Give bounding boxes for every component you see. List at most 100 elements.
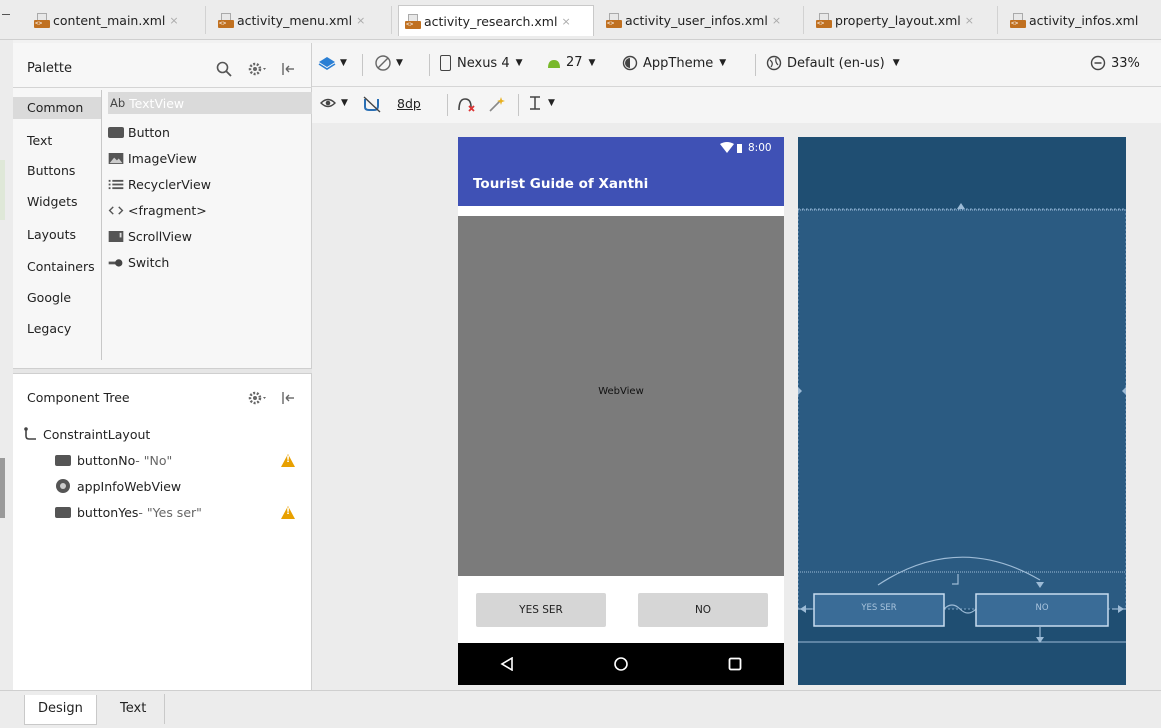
- dropdown-arrow-icon: ▼: [719, 58, 727, 68]
- palette-item-scrollview[interactable]: ScrollView: [108, 225, 192, 247]
- palette-category-common[interactable]: Common: [13, 97, 101, 119]
- yes-button-preview[interactable]: YES SER: [476, 593, 606, 627]
- tab-activity-research[interactable]: <> activity_research.xml ×: [398, 5, 594, 36]
- palette-item-fragment[interactable]: <fragment>: [108, 199, 207, 221]
- blueprint-yes-button[interactable]: YES SER: [814, 603, 944, 613]
- webview-preview[interactable]: WebView: [458, 216, 784, 576]
- xml-file-icon: <>: [1010, 12, 1026, 28]
- close-icon[interactable]: ×: [561, 15, 570, 28]
- palette-category-layouts[interactable]: Layouts: [13, 224, 101, 246]
- tab-activity-infos[interactable]: <> activity_infos.xml: [1004, 6, 1161, 34]
- tab-content-main[interactable]: <> content_main.xml ×: [28, 6, 206, 34]
- recents-icon: [728, 657, 742, 671]
- palette-category-legacy[interactable]: Legacy: [13, 318, 101, 340]
- constraint-layout-icon: [24, 427, 36, 440]
- close-icon[interactable]: ×: [965, 14, 974, 27]
- locale-selector[interactable]: Default (en-us) ▼: [766, 55, 900, 71]
- palette-item-button[interactable]: Button: [108, 121, 170, 143]
- view-options-button[interactable]: ▼: [320, 96, 348, 110]
- editor-toolbar: ▼ ▼ Nexus 4 ▼ 27 ▼ AppTheme ▼ Default (e…: [312, 43, 1161, 87]
- status-bar: 8:00: [458, 137, 784, 160]
- web-globe-icon: [56, 479, 70, 493]
- webview-label: WebView: [598, 386, 644, 397]
- palette-category-containers[interactable]: Containers: [13, 256, 101, 278]
- close-icon[interactable]: ×: [772, 14, 781, 27]
- palette-item-imageview[interactable]: ImageView: [108, 147, 197, 169]
- clear-constraints-icon[interactable]: [456, 95, 476, 113]
- tree-item-appinfowebview[interactable]: appInfoWebView: [55, 475, 181, 497]
- android-studio-layout-editor: <> content_main.xml × <> activity_menu.x…: [0, 0, 1161, 728]
- palette-category-widgets[interactable]: Widgets: [13, 191, 101, 213]
- gutter-marker: [0, 160, 5, 220]
- left-gutter: [0, 40, 13, 690]
- tree-item-buttonno[interactable]: buttonNo - "No" !: [55, 449, 305, 471]
- wifi-battery-icon: [720, 142, 742, 153]
- rotate-icon: [375, 55, 391, 71]
- api-level-selector[interactable]: 27 ▼: [546, 55, 595, 70]
- theme-icon: [622, 55, 638, 71]
- tree-item-id: buttonYes: [77, 504, 139, 520]
- autoconnect-off-icon[interactable]: [362, 95, 382, 113]
- align-button[interactable]: ▼: [528, 95, 555, 111]
- design-surface-button[interactable]: ▼: [318, 55, 347, 71]
- theme-name: AppTheme: [643, 55, 714, 71]
- scrollview-icon: [108, 230, 124, 242]
- editor-tab-bar: <> content_main.xml × <> activity_menu.x…: [0, 0, 1161, 40]
- toolbar-separator: [362, 54, 363, 76]
- button-icon: [55, 506, 71, 518]
- hide-panel-icon[interactable]: [280, 390, 296, 406]
- tab-divider: [164, 694, 165, 724]
- button-icon: [55, 454, 71, 466]
- palette-item-recyclerview[interactable]: RecyclerView: [108, 173, 211, 195]
- zoom-out-button[interactable]: 33%: [1090, 55, 1140, 71]
- search-icon[interactable]: [216, 61, 232, 77]
- blueprint-no-button[interactable]: NO: [976, 603, 1108, 613]
- close-icon[interactable]: ×: [169, 14, 178, 27]
- default-margin-selector[interactable]: 8dp: [397, 96, 421, 111]
- tab-text[interactable]: Text: [107, 695, 159, 725]
- tree-item-buttonyes[interactable]: buttonYes - "Yes ser" !: [55, 501, 305, 523]
- api-level: 27: [566, 55, 583, 70]
- device-selector[interactable]: Nexus 4 ▼: [440, 55, 523, 71]
- dropdown-arrow-icon: ▼: [341, 98, 348, 108]
- tabs-overflow-icon[interactable]: [2, 14, 10, 15]
- palette-item-label: ImageView: [128, 150, 197, 166]
- tab-design[interactable]: Design: [24, 695, 97, 725]
- gear-icon[interactable]: [247, 390, 269, 406]
- tab-label: activity_user_infos.xml: [625, 12, 768, 28]
- no-button-preview[interactable]: NO: [638, 593, 768, 627]
- theme-selector[interactable]: AppTheme ▼: [622, 55, 726, 71]
- tab-activity-user-infos[interactable]: <> activity_user_infos.xml ×: [600, 6, 804, 34]
- palette-category-text[interactable]: Text: [13, 130, 101, 152]
- locale-name: Default (en-us): [787, 55, 885, 71]
- tab-label: content_main.xml: [53, 12, 166, 28]
- xml-file-icon: <>: [816, 12, 832, 28]
- warning-icon[interactable]: !: [281, 453, 295, 467]
- app-title: Tourist Guide of Xanthi: [473, 176, 649, 192]
- gear-icon[interactable]: [247, 61, 269, 77]
- tab-label: property_layout.xml: [835, 12, 961, 28]
- palette-category-google[interactable]: Google: [13, 287, 101, 309]
- app-bar: Tourist Guide of Xanthi: [458, 160, 784, 206]
- constraint-toolbar: ▼ 8dp ▼: [312, 87, 1161, 123]
- list-icon: [108, 179, 124, 189]
- zoom-level: 33%: [1111, 55, 1140, 71]
- tab-activity-menu[interactable]: <> activity_menu.xml ×: [212, 6, 392, 34]
- editor-mode-tabs: Design Text: [0, 690, 1161, 728]
- palette-category-buttons[interactable]: Buttons: [13, 160, 101, 182]
- warning-icon[interactable]: !: [281, 505, 295, 519]
- gutter-marker-2: [0, 458, 5, 518]
- toolbar-separator: [518, 94, 519, 116]
- infer-constraints-icon[interactable]: [488, 95, 506, 113]
- palette-item-label: Button: [128, 124, 170, 140]
- hide-panel-icon[interactable]: [280, 61, 296, 77]
- palette-item-textview[interactable]: Ab TextView: [108, 92, 312, 114]
- orientation-button[interactable]: ▼: [374, 54, 403, 72]
- tab-property-layout[interactable]: <> property_layout.xml ×: [810, 6, 998, 34]
- tree-item-constraintlayout[interactable]: ConstraintLayout: [23, 423, 150, 445]
- code-brackets-icon: [108, 205, 124, 215]
- dropdown-arrow-icon: ▼: [396, 58, 403, 68]
- palette-item-switch[interactable]: Switch: [108, 251, 169, 273]
- close-icon[interactable]: ×: [356, 14, 365, 27]
- zoom-out-icon: [1090, 55, 1106, 71]
